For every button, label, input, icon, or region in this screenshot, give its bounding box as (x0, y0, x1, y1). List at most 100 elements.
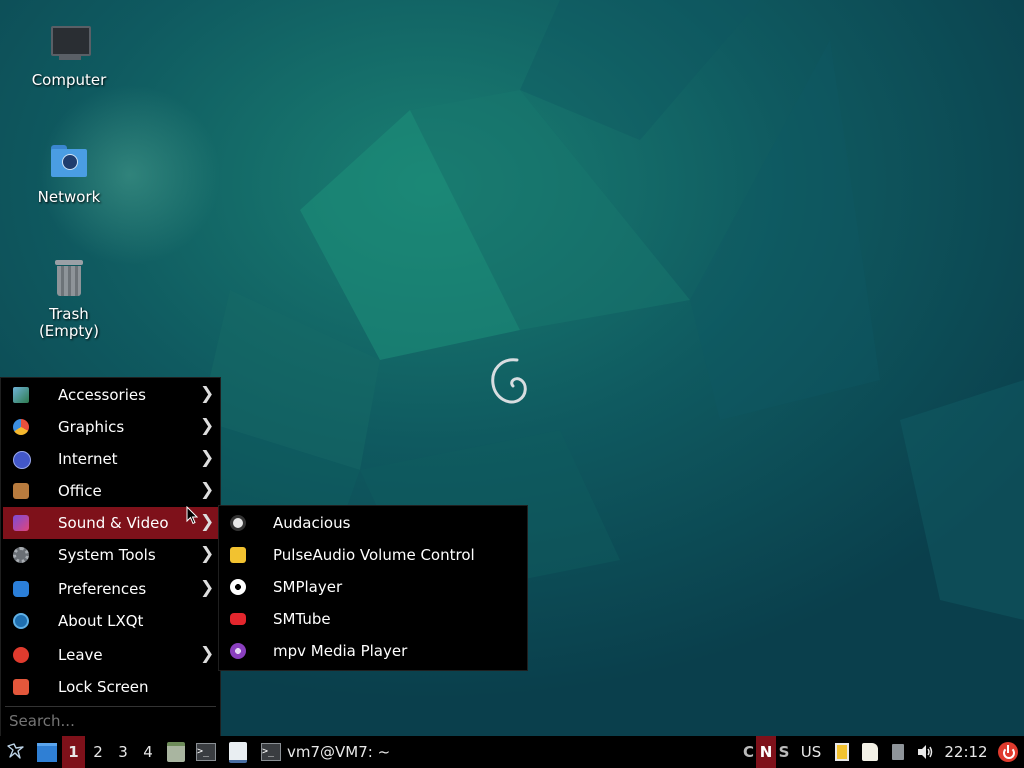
chevron-right-icon: ❯ (200, 384, 215, 404)
menu-item-office[interactable]: Office ❯ (1, 475, 220, 507)
quicklaunch-terminal[interactable]: >_ (194, 736, 218, 768)
application-menu: Accessories ❯ Graphics ❯ Internet ❯ Offi… (0, 377, 221, 738)
menu-item-label: Graphics (58, 418, 125, 436)
desktop-switch-1[interactable]: 1 (62, 736, 85, 768)
chevron-right-icon: ❯ (200, 644, 215, 664)
menu-item-accessories[interactable]: Accessories ❯ (1, 379, 220, 411)
submenu-item-label: PulseAudio Volume Control (273, 546, 475, 564)
system-tools-gear-icon (13, 547, 29, 563)
chevron-right-icon: ❯ (200, 544, 215, 564)
menu-item-label: About LXQt (58, 612, 144, 630)
submenu-item-pulseaudio[interactable]: PulseAudio Volume Control (219, 539, 527, 571)
menu-item-graphics[interactable]: Graphics ❯ (1, 411, 220, 443)
menu-item-label: Sound & Video (58, 514, 169, 532)
chevron-right-icon: ❯ (200, 416, 215, 436)
lxqt-start-icon (7, 743, 24, 759)
terminal-icon: >_ (196, 743, 216, 761)
tray-volume[interactable] (914, 736, 936, 768)
text-editor-icon (229, 741, 247, 763)
mouse-pointer-icon (186, 506, 198, 525)
menu-item-internet[interactable]: Internet ❯ (1, 443, 220, 475)
show-desktop-icon (37, 742, 57, 762)
notes-icon (862, 743, 878, 761)
smplayer-icon (230, 579, 246, 595)
desktop-icon-sublabel: (Empty) (38, 322, 100, 340)
desktop-switch-3[interactable]: 3 (112, 736, 134, 768)
accessories-icon (13, 387, 29, 403)
tray-removable-drive[interactable] (888, 736, 908, 768)
network-folder-icon (45, 139, 93, 187)
quicklaunch-file-manager[interactable] (164, 736, 188, 768)
clock[interactable]: 22:12 (942, 736, 990, 768)
menu-item-label: System Tools (58, 546, 156, 564)
start-menu-button[interactable] (0, 736, 30, 768)
desktop-icon-computer[interactable]: Computer (14, 22, 124, 89)
chevron-right-icon: ❯ (200, 578, 215, 598)
chevron-right-icon: ❯ (200, 480, 215, 500)
lock-icon (13, 679, 29, 695)
menu-item-about-lxqt[interactable]: About LXQt (1, 605, 220, 637)
preferences-icon (13, 581, 29, 597)
multimedia-icon (13, 515, 29, 531)
scroll-lock-label: S (778, 743, 790, 761)
clock-time: 22:12 (944, 743, 988, 761)
keyboard-layout-label: US (800, 743, 822, 761)
num-lock-label: N (759, 743, 773, 761)
submenu-item-smplayer[interactable]: SMPlayer (219, 571, 527, 603)
desktop-icon-trash[interactable]: Trash (Empty) (14, 256, 124, 340)
window-title: vm7@VM7: ~ (287, 743, 391, 761)
menu-item-label: Leave (58, 646, 103, 664)
menu-item-leave[interactable]: Leave ❯ (1, 639, 220, 671)
submenu-item-label: SMPlayer (273, 578, 343, 596)
desktop-icon-label: Network (37, 188, 101, 206)
submenu-item-mpv[interactable]: mpv Media Player (219, 635, 527, 667)
menu-search-input[interactable] (3, 708, 220, 734)
file-manager-icon (167, 742, 185, 762)
terminal-icon: >_ (261, 743, 281, 761)
quicklaunch-text-editor[interactable] (226, 736, 250, 768)
trash-icon (45, 256, 93, 304)
menu-separator (5, 706, 216, 707)
lxqt-logo-icon (13, 613, 29, 629)
submenu-item-smtube[interactable]: SMTube (219, 603, 527, 635)
pulseaudio-speaker-icon (230, 547, 246, 563)
submenu-sound-video: Audacious PulseAudio Volume Control SMPl… (218, 505, 528, 671)
chevron-right-icon: ❯ (200, 512, 215, 532)
tray-notes[interactable] (859, 736, 881, 768)
keyboard-layout-indicator[interactable]: US (797, 736, 825, 768)
leave-button[interactable] (996, 736, 1020, 768)
office-briefcase-icon (13, 483, 29, 499)
submenu-item-label: SMTube (273, 610, 331, 628)
desktop-number: 3 (118, 743, 128, 761)
taskbar-window-terminal[interactable]: >_ vm7@VM7: ~ (259, 736, 399, 768)
desktop-switch-2[interactable]: 2 (87, 736, 109, 768)
menu-item-system-tools[interactable]: System Tools ❯ (1, 539, 220, 571)
desktop-icon-label: Trash (49, 305, 89, 323)
show-desktop-button[interactable] (34, 736, 60, 768)
power-icon (998, 742, 1018, 762)
menu-item-label: Preferences (58, 580, 147, 598)
desktop-icon-network[interactable]: Network (14, 139, 124, 206)
desktop-switch-4[interactable]: 4 (137, 736, 159, 768)
smtube-play-icon (230, 613, 246, 625)
menu-item-label: Accessories (58, 386, 146, 404)
taskbar: 1 2 3 4 >_ >_ vm7@VM7: ~ C N S US 22:12 (0, 736, 1024, 768)
mpv-icon (230, 643, 246, 659)
power-icon (13, 647, 29, 663)
caps-lock-indicator: C (741, 736, 756, 768)
volume-icon (918, 745, 933, 759)
menu-item-label: Internet (58, 450, 118, 468)
scroll-lock-indicator: S (776, 736, 792, 768)
menu-item-lock-screen[interactable]: Lock Screen (1, 671, 220, 703)
drive-icon (892, 744, 904, 760)
menu-item-label: Lock Screen (58, 678, 149, 696)
graphics-icon (13, 419, 29, 435)
desktop-number: 4 (143, 743, 153, 761)
tray-clipboard[interactable] (832, 736, 852, 768)
submenu-item-audacious[interactable]: Audacious (219, 507, 527, 539)
submenu-item-label: Audacious (273, 514, 351, 532)
computer-icon (45, 22, 93, 70)
num-lock-indicator: N (756, 736, 776, 768)
menu-item-label: Office (58, 482, 102, 500)
menu-item-preferences[interactable]: Preferences ❯ (1, 573, 220, 605)
